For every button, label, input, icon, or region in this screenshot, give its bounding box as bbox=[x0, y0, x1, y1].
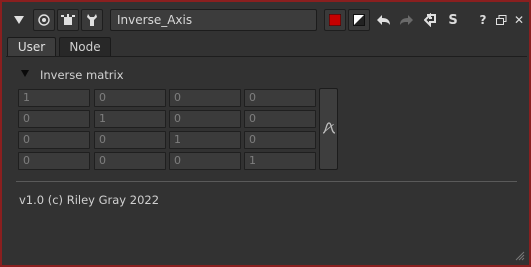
matrix-cell[interactable]: 0 bbox=[18, 110, 90, 128]
matrix-cell[interactable]: 0 bbox=[169, 89, 241, 107]
matrix-cell[interactable]: 1 bbox=[18, 89, 90, 107]
close-icon[interactable]: ✕ bbox=[508, 9, 530, 31]
section-label[interactable]: Inverse matrix bbox=[40, 68, 124, 82]
toolbar: Inverse_Axis S ? ✕ bbox=[6, 8, 529, 32]
matrix-cell[interactable]: 0 bbox=[18, 152, 90, 170]
tab-node[interactable]: Node bbox=[59, 37, 111, 57]
settings-icon[interactable] bbox=[57, 9, 79, 31]
revert-icon[interactable] bbox=[420, 9, 442, 31]
matrix-cell[interactable]: 0 bbox=[18, 131, 90, 149]
matrix-cell[interactable]: 0 bbox=[94, 152, 166, 170]
matrix-cell[interactable]: 0 bbox=[94, 89, 166, 107]
matrix-cell[interactable]: 0 bbox=[244, 89, 316, 107]
collapse-icon[interactable] bbox=[8, 9, 30, 31]
curve-icon bbox=[322, 120, 336, 139]
section-collapse-icon[interactable] bbox=[21, 70, 29, 77]
script-icon[interactable]: S bbox=[442, 9, 464, 31]
divider bbox=[16, 181, 517, 182]
matrix-cell[interactable]: 0 bbox=[244, 110, 316, 128]
center-node-icon[interactable] bbox=[33, 9, 55, 31]
undo-icon[interactable] bbox=[372, 9, 394, 31]
matrix-cell[interactable]: 1 bbox=[169, 131, 241, 149]
tab-user[interactable]: User bbox=[7, 37, 56, 57]
credit-text: v1.0 (c) Riley Gray 2022 bbox=[19, 193, 160, 207]
resize-grip-icon[interactable] bbox=[515, 251, 525, 261]
matrix-cell[interactable]: 1 bbox=[94, 110, 166, 128]
matrix-cell[interactable]: 1 bbox=[244, 152, 316, 170]
animation-menu-button[interactable] bbox=[319, 88, 338, 170]
hide-icon[interactable] bbox=[348, 9, 370, 31]
node-name-field[interactable]: Inverse_Axis bbox=[110, 9, 317, 31]
redo-icon[interactable] bbox=[396, 9, 418, 31]
color-swatch-icon[interactable] bbox=[324, 9, 346, 31]
matrix-cell[interactable]: 0 bbox=[169, 152, 241, 170]
matrix-cell[interactable]: 0 bbox=[94, 131, 166, 149]
matrix-cell[interactable]: 0 bbox=[169, 110, 241, 128]
properties-panel: Inverse_Axis S ? ✕ User Node Inverse mat… bbox=[0, 0, 531, 267]
wrench-icon[interactable] bbox=[81, 9, 103, 31]
matrix-cell[interactable]: 0 bbox=[244, 131, 316, 149]
